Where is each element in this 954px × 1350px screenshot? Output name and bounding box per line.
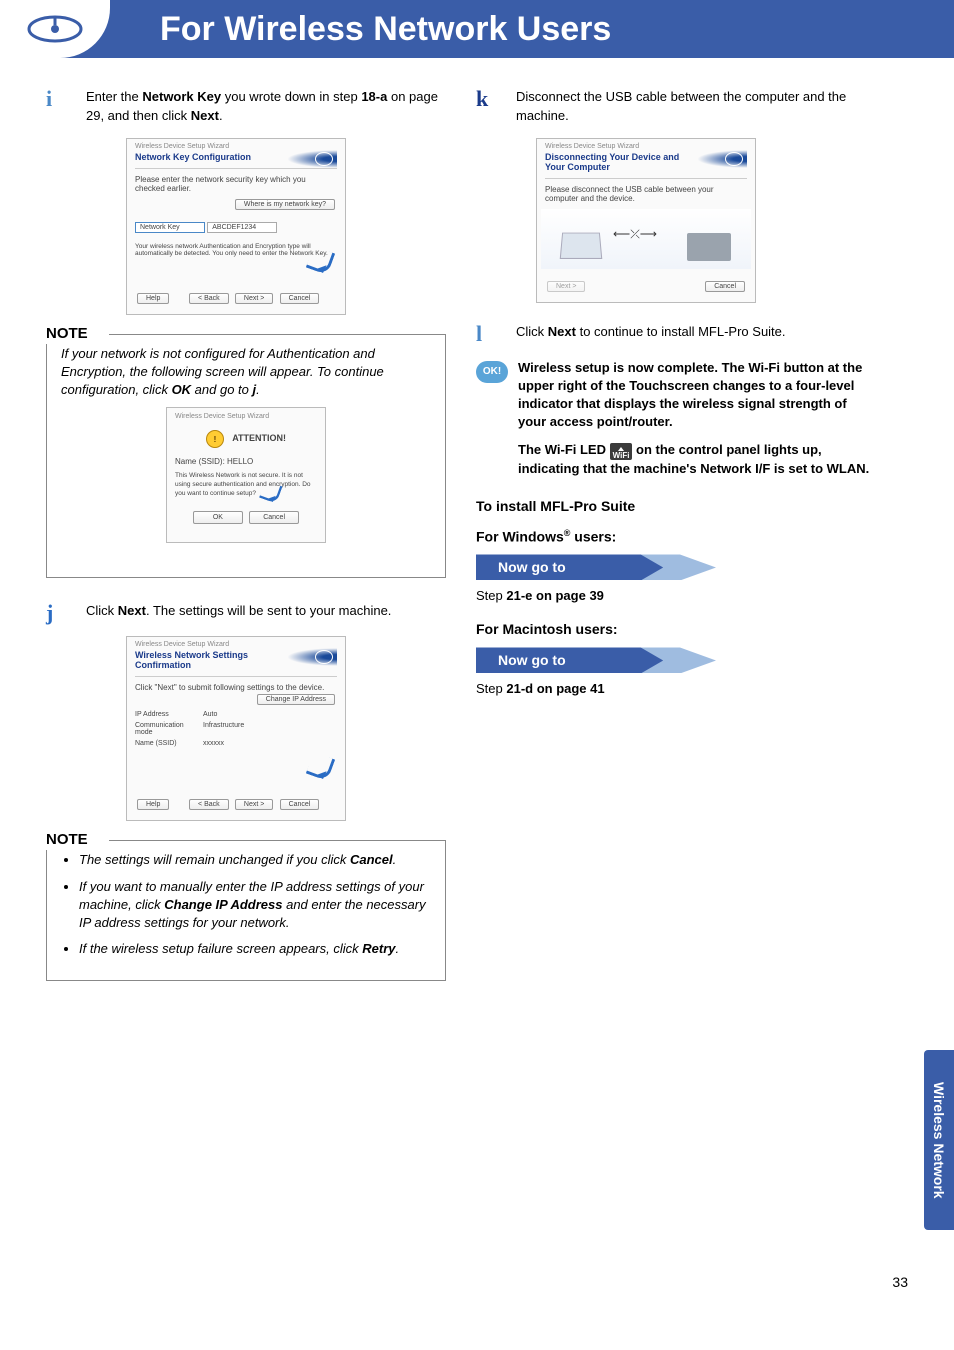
attention-icon: !: [206, 430, 224, 448]
macintosh-users-heading: For Macintosh users:: [476, 621, 876, 637]
table-row: Name (SSID)xxxxxx: [135, 740, 337, 747]
change-ip-button[interactable]: Change IP Address: [257, 694, 335, 705]
next-button[interactable]: Next >: [235, 293, 273, 304]
printer-icon: [687, 233, 731, 261]
arrow-indicator-icon: [260, 487, 284, 508]
screenshot-attention: Wireless Device Setup Wizard ! ATTENTION…: [166, 407, 326, 543]
table-row: IP AddressAuto: [135, 711, 337, 718]
help-button[interactable]: Help: [137, 799, 169, 810]
usb-cable-icon: ⟵⤫⟶: [613, 227, 657, 242]
note-box-2: NOTE The settings will remain unchanged …: [46, 841, 446, 981]
brand-logo-icon: [287, 648, 337, 666]
cancel-button[interactable]: Cancel: [249, 511, 299, 525]
screenshot-disconnect: Wireless Device Setup Wizard Disconnecti…: [536, 138, 756, 303]
screenshot-confirmation: Wireless Device Setup Wizard Wireless Ne…: [126, 636, 346, 821]
list-item: If the wireless setup failure screen app…: [79, 940, 431, 958]
install-mflpro-heading: To install MFL-Pro Suite: [476, 498, 876, 514]
page-title: For Wireless Network Users: [160, 10, 611, 49]
ok-badge-icon: OK!: [476, 361, 508, 383]
step-j: j Click Next. The settings will be sent …: [46, 602, 446, 624]
arrow-indicator-icon: [307, 255, 337, 281]
setup-complete-callout: OK! Wireless setup is now complete. The …: [476, 359, 876, 478]
mac-step-ref: Step 21-d on page 41: [476, 681, 876, 696]
goto-banner-windows: Now go to: [476, 554, 716, 580]
step-letter-l: l: [476, 323, 516, 345]
cancel-button[interactable]: Cancel: [705, 281, 745, 292]
back-button[interactable]: < Back: [189, 799, 229, 810]
screenshot-network-key: Wireless Device Setup Wizard Network Key…: [126, 138, 346, 315]
left-column: i Enter the Network Key you wrote down i…: [46, 88, 446, 1005]
step-l: l Click Next to continue to install MFL-…: [476, 323, 876, 345]
next-button[interactable]: Next >: [547, 281, 585, 292]
table-row: Communication modeInfrastructure: [135, 722, 337, 736]
right-column: k Disconnect the USB cable between the c…: [476, 88, 876, 1005]
goto-banner-mac: Now go to: [476, 647, 716, 673]
windows-users-heading: For Windows® users:: [476, 528, 876, 545]
step-letter-j: j: [46, 602, 86, 624]
cancel-button[interactable]: Cancel: [280, 799, 320, 810]
note-box-1: NOTE If your network is not configured f…: [46, 335, 446, 579]
laptop-icon: [560, 232, 603, 258]
wireless-header-icon: [0, 0, 110, 58]
back-button[interactable]: < Back: [189, 293, 229, 304]
step-i: i Enter the Network Key you wrote down i…: [46, 88, 446, 126]
step-k: k Disconnect the USB cable between the c…: [476, 88, 876, 126]
where-key-button[interactable]: Where is my network key?: [235, 199, 335, 210]
network-key-input[interactable]: ABCDEF1234: [207, 222, 277, 233]
help-button[interactable]: Help: [137, 293, 169, 304]
step-k-body: Disconnect the USB cable between the com…: [516, 88, 876, 126]
step-letter-k: k: [476, 88, 516, 126]
brand-logo-icon: [287, 150, 337, 168]
windows-step-ref: Step 21-e on page 39: [476, 588, 876, 603]
disconnect-illustration: ⟵⤫⟶: [541, 209, 751, 269]
arrow-indicator-icon: [307, 761, 337, 787]
step-letter-i: i: [46, 88, 86, 126]
side-tab-wireless-network: Wireless Network: [924, 1050, 954, 1230]
cancel-button[interactable]: Cancel: [280, 293, 320, 304]
ok-button[interactable]: OK: [193, 511, 243, 525]
page-number: 33: [892, 1274, 908, 1290]
list-item: The settings will remain unchanged if yo…: [79, 851, 431, 869]
next-button[interactable]: Next >: [235, 799, 273, 810]
step-i-body: Enter the Network Key you wrote down in …: [86, 88, 446, 126]
list-item: If you want to manually enter the IP add…: [79, 878, 431, 933]
step-j-body: Click Next. The settings will be sent to…: [86, 602, 446, 624]
page-header: For Wireless Network Users: [0, 0, 954, 58]
wifi-led-icon: WiFi: [610, 443, 633, 460]
brand-logo-icon: [697, 150, 747, 168]
step-l-body: Click Next to continue to install MFL-Pr…: [516, 323, 876, 345]
